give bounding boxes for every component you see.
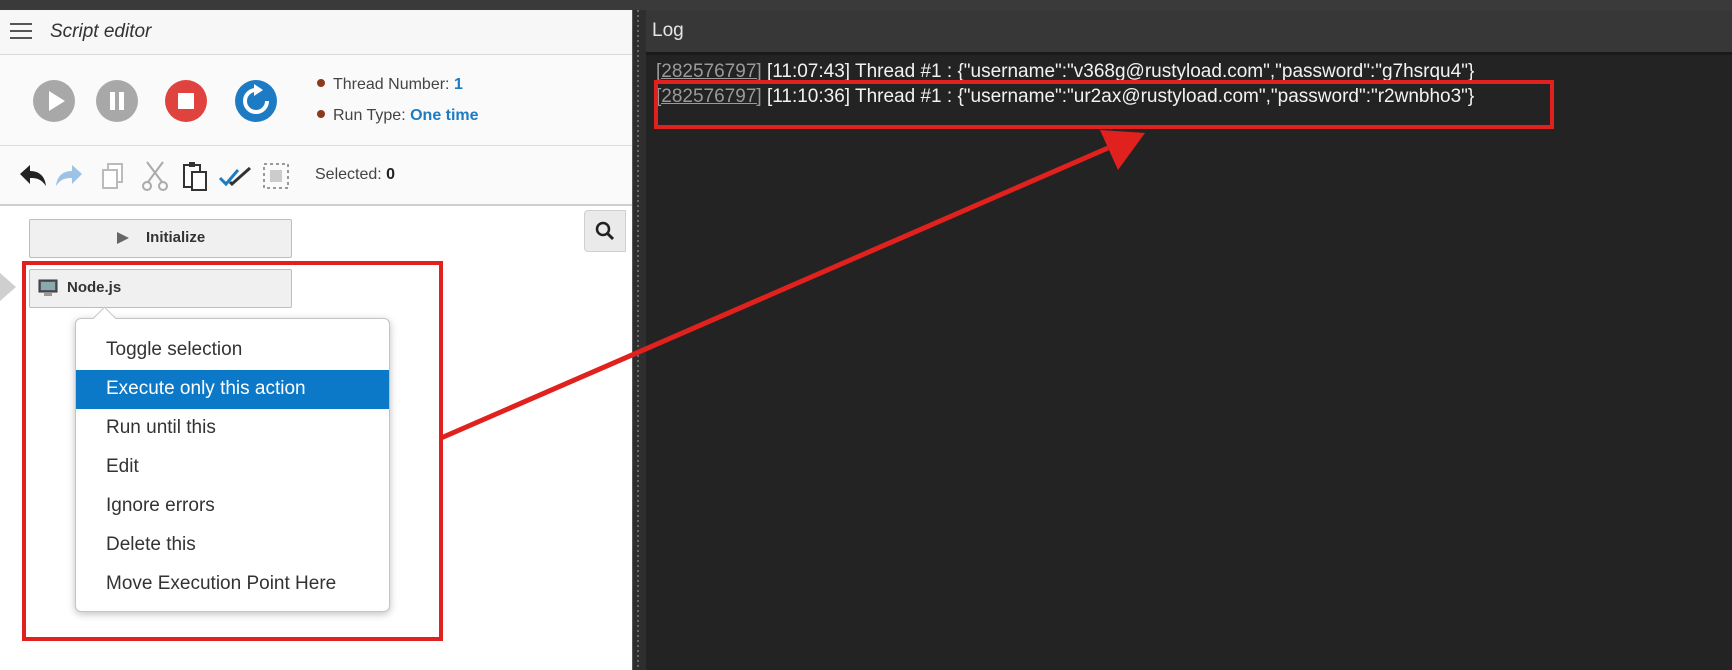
stop-icon (165, 80, 207, 122)
selection-box-button[interactable] (260, 160, 294, 192)
stop-button[interactable] (165, 80, 207, 122)
restart-button[interactable] (235, 80, 277, 122)
run-type-info: Run Type: One time (317, 107, 479, 125)
annotation-box-log-line (654, 80, 1554, 129)
hamburger-menu-icon[interactable] (10, 23, 32, 40)
selection-box-icon (263, 163, 289, 189)
thread-number-value: 1 (453, 76, 463, 93)
paste-icon (183, 162, 207, 191)
log-title: Log (652, 20, 684, 41)
scissors-icon (142, 161, 168, 191)
editor-title: Script editor (50, 21, 152, 42)
redo-button[interactable] (54, 160, 88, 192)
bullet-icon (317, 110, 325, 118)
editor-header: Script editor (0, 10, 632, 55)
play-icon (117, 232, 129, 244)
undo-button[interactable] (14, 160, 48, 192)
play-button[interactable] (33, 80, 75, 122)
pause-icon (96, 80, 138, 122)
edit-toolbar: Selected: 0 (0, 146, 632, 206)
play-icon (33, 80, 75, 122)
execution-point-marker (0, 273, 16, 301)
copy-icon (102, 163, 123, 189)
run-controls-bar: Thread Number: 1 Run Type: One time (0, 55, 632, 146)
log-thread-id-link[interactable]: [282576797] (656, 61, 762, 82)
select-all-button[interactable] (218, 160, 252, 192)
log-header: Log (646, 10, 1732, 55)
search-button[interactable] (584, 210, 626, 252)
redo-icon (56, 165, 82, 186)
double-check-icon (218, 166, 251, 187)
restart-icon (235, 80, 277, 122)
bullet-icon (317, 79, 325, 87)
copy-button[interactable] (96, 160, 130, 192)
window-top-strip (0, 0, 1732, 10)
selected-count: Selected: 0 (315, 166, 396, 183)
paste-button[interactable] (178, 160, 212, 192)
log-line-text: [11:07:43] Thread #1 : {"username":"v368… (761, 61, 1475, 82)
thread-number-info: Thread Number: 1 (317, 76, 463, 94)
pause-button[interactable] (96, 80, 138, 122)
node-initialize[interactable]: Initialize (29, 219, 292, 258)
panel-splitter[interactable] (632, 10, 646, 670)
search-icon (595, 221, 615, 241)
annotation-box-context-menu (22, 261, 443, 641)
cut-button[interactable] (138, 160, 172, 192)
run-type-value[interactable]: One time (410, 107, 478, 124)
undo-icon (20, 165, 46, 186)
